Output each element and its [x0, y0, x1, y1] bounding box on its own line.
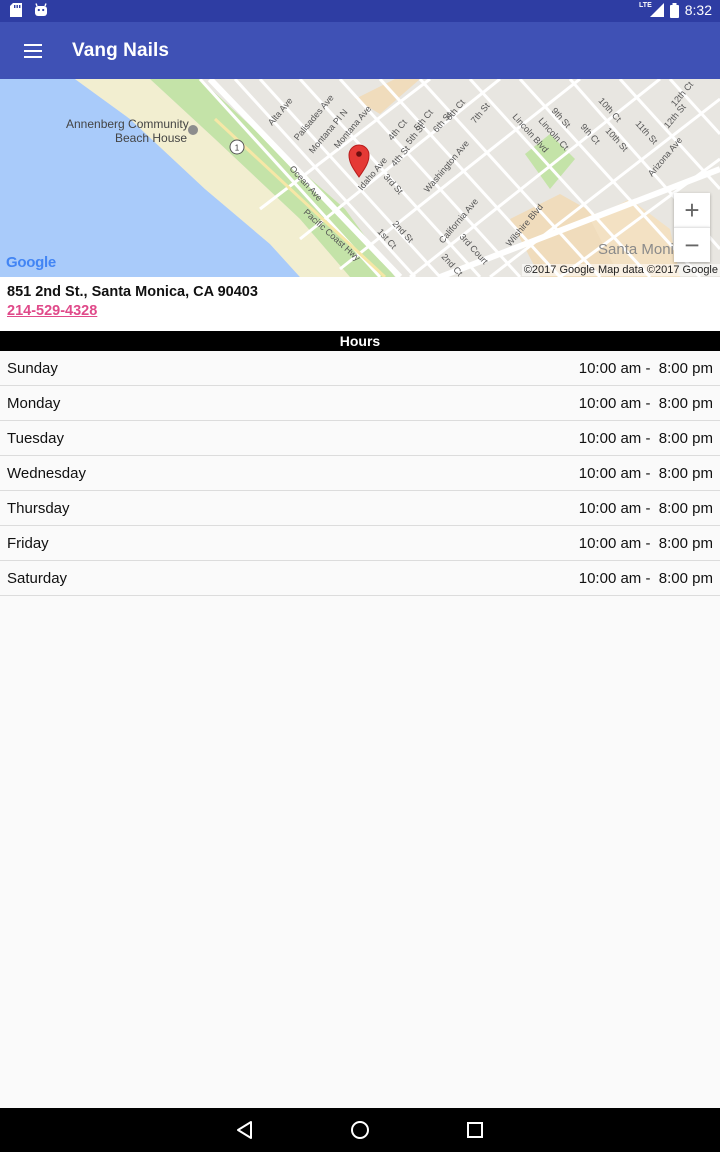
hours-day: Saturday: [7, 570, 68, 587]
zoom-out-button[interactable]: −: [674, 227, 710, 262]
recents-icon: [467, 1122, 483, 1138]
hours-time: 10:00 am - 8:00 pm: [578, 395, 713, 412]
home-button[interactable]: [348, 1118, 372, 1142]
hours-day: Friday: [7, 535, 49, 552]
hours-row: Tuesday 10:00 am - 8:00 pm: [0, 421, 720, 456]
hours-row: Thursday 10:00 am - 8:00 pm: [0, 491, 720, 526]
status-time: 8:32: [684, 2, 712, 18]
hours-time: 10:00 am - 8:00 pm: [578, 430, 713, 447]
hours-time: 10:00 am - 8:00 pm: [578, 500, 713, 517]
hours-row: Monday 10:00 am - 8:00 pm: [0, 386, 720, 421]
back-icon: [237, 1121, 252, 1139]
app-title: Vang Nails: [72, 40, 170, 61]
address-text: 851 2nd St., Santa Monica, CA 90403: [7, 284, 258, 300]
sd-card-icon: [10, 3, 22, 17]
recents-button[interactable]: [463, 1118, 487, 1142]
hours-header: Hours: [0, 331, 720, 351]
system-nav-bar: [0, 1108, 720, 1152]
hours-time: 10:00 am - 8:00 pm: [578, 465, 713, 482]
home-icon: [351, 1121, 369, 1139]
map-view[interactable]: 1 Annenberg Community Beach House Alta A…: [0, 79, 720, 277]
hours-day: Monday: [7, 395, 61, 412]
hours-time: 10:00 am - 8:00 pm: [578, 570, 713, 587]
beach-house-poi-icon[interactable]: [188, 125, 198, 135]
route-shield-label: 1: [235, 144, 240, 153]
app-bar: Vang Nails: [0, 22, 720, 79]
hours-row: Wednesday 10:00 am - 8:00 pm: [0, 456, 720, 491]
status-bar: LTE 8:32: [0, 0, 720, 22]
hours-row: Saturday 10:00 am - 8:00 pm: [0, 561, 720, 596]
network-type-label: LTE: [639, 1, 652, 9]
battery-icon: [669, 2, 679, 18]
android-icon: [35, 3, 47, 16]
map-attribution: ©2017 Google Map data ©2017 Google: [521, 264, 720, 276]
hours-day: Thursday: [7, 500, 70, 517]
poi-label-line1: Annenberg Community: [66, 117, 189, 131]
menu-button[interactable]: [20, 38, 46, 64]
location-info: 851 2nd St., Santa Monica, CA 90403 214-…: [0, 277, 720, 331]
map-canvas[interactable]: 1 Annenberg Community Beach House Alta A…: [0, 79, 720, 277]
hours-time: 10:00 am - 8:00 pm: [578, 360, 713, 377]
poi-label-line2: Beach House: [115, 131, 187, 145]
hours-list: Sunday 10:00 am - 8:00 pm Monday 10:00 a…: [0, 351, 720, 596]
hours-row: Sunday 10:00 am - 8:00 pm: [0, 351, 720, 386]
hamburger-menu-icon: [24, 44, 42, 58]
hours-day: Wednesday: [7, 465, 86, 482]
back-button[interactable]: [233, 1118, 257, 1142]
google-logo: Google: [6, 254, 56, 271]
phone-link[interactable]: 214-529-4328: [7, 303, 97, 319]
hours-day: Sunday: [7, 360, 58, 377]
hours-day: Tuesday: [7, 430, 64, 447]
zoom-in-button[interactable]: +: [674, 193, 710, 227]
hours-time: 10:00 am - 8:00 pm: [578, 535, 713, 552]
status-notifications: [10, 3, 48, 17]
hours-row: Friday 10:00 am - 8:00 pm: [0, 526, 720, 561]
